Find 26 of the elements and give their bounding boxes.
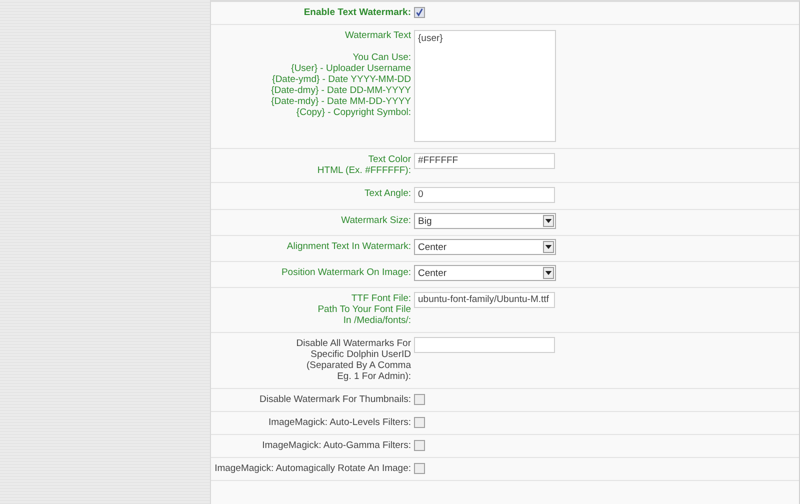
- setting-label: ImageMagick: Automagically Rotate An Image:: [214, 463, 412, 474]
- checkbox[interactable]: [414, 7, 425, 18]
- setting-label: ImageMagick: Auto-Levels Filters:: [267, 417, 412, 428]
- checkbox[interactable]: [414, 417, 425, 428]
- setting-label: Disable All Watermarks For Specific Dolphin UserID (Separated By A Comma Eg. 1 For Admin):: [295, 338, 412, 382]
- input-field[interactable]: [414, 337, 555, 353]
- setting-label: Text Angle:: [364, 188, 412, 199]
- input-field[interactable]: #FFFFFF: [414, 153, 555, 169]
- setting-label: Disable Watermark For Thumbnails:: [258, 394, 412, 405]
- text-area[interactable]: {user}: [414, 30, 556, 142]
- setting-label: Watermark Text You Can Use: {User} - Uploader Username {Date-ymd} - Date YYYY-MM-DD {Date-dmy} - Date DD-MM-YYYY {Date-mdy} - Date MM-DD-YYYY {Copy} - Copyright Symbol:: [270, 30, 412, 118]
- checkbox[interactable]: [414, 394, 425, 405]
- setting-label: Position Watermark On Image:: [280, 267, 412, 278]
- input-field[interactable]: 0: [414, 187, 555, 203]
- setting-label: Alignment Text In Watermark:: [286, 241, 412, 252]
- dropdown[interactable]: Big: [414, 213, 556, 229]
- setting-label: Text Color HTML (Ex. #FFFFFF):: [316, 154, 412, 176]
- input-field[interactable]: ubuntu-font-family/Ubuntu-M.ttf: [414, 292, 555, 308]
- setting-label: Watermark Size:: [340, 215, 412, 226]
- setting-label: ImageMagick: Auto-Gamma Filters:: [261, 440, 412, 451]
- checkbox[interactable]: [414, 440, 425, 451]
- checkbox[interactable]: [414, 463, 425, 474]
- dropdown[interactable]: Center: [414, 239, 556, 255]
- dropdown[interactable]: Center: [414, 265, 556, 281]
- setting-label: TTF Font File: Path To Your Font File In /Media/fonts/:: [316, 293, 412, 326]
- setting-label: Enable Text Watermark:: [302, 7, 412, 18]
